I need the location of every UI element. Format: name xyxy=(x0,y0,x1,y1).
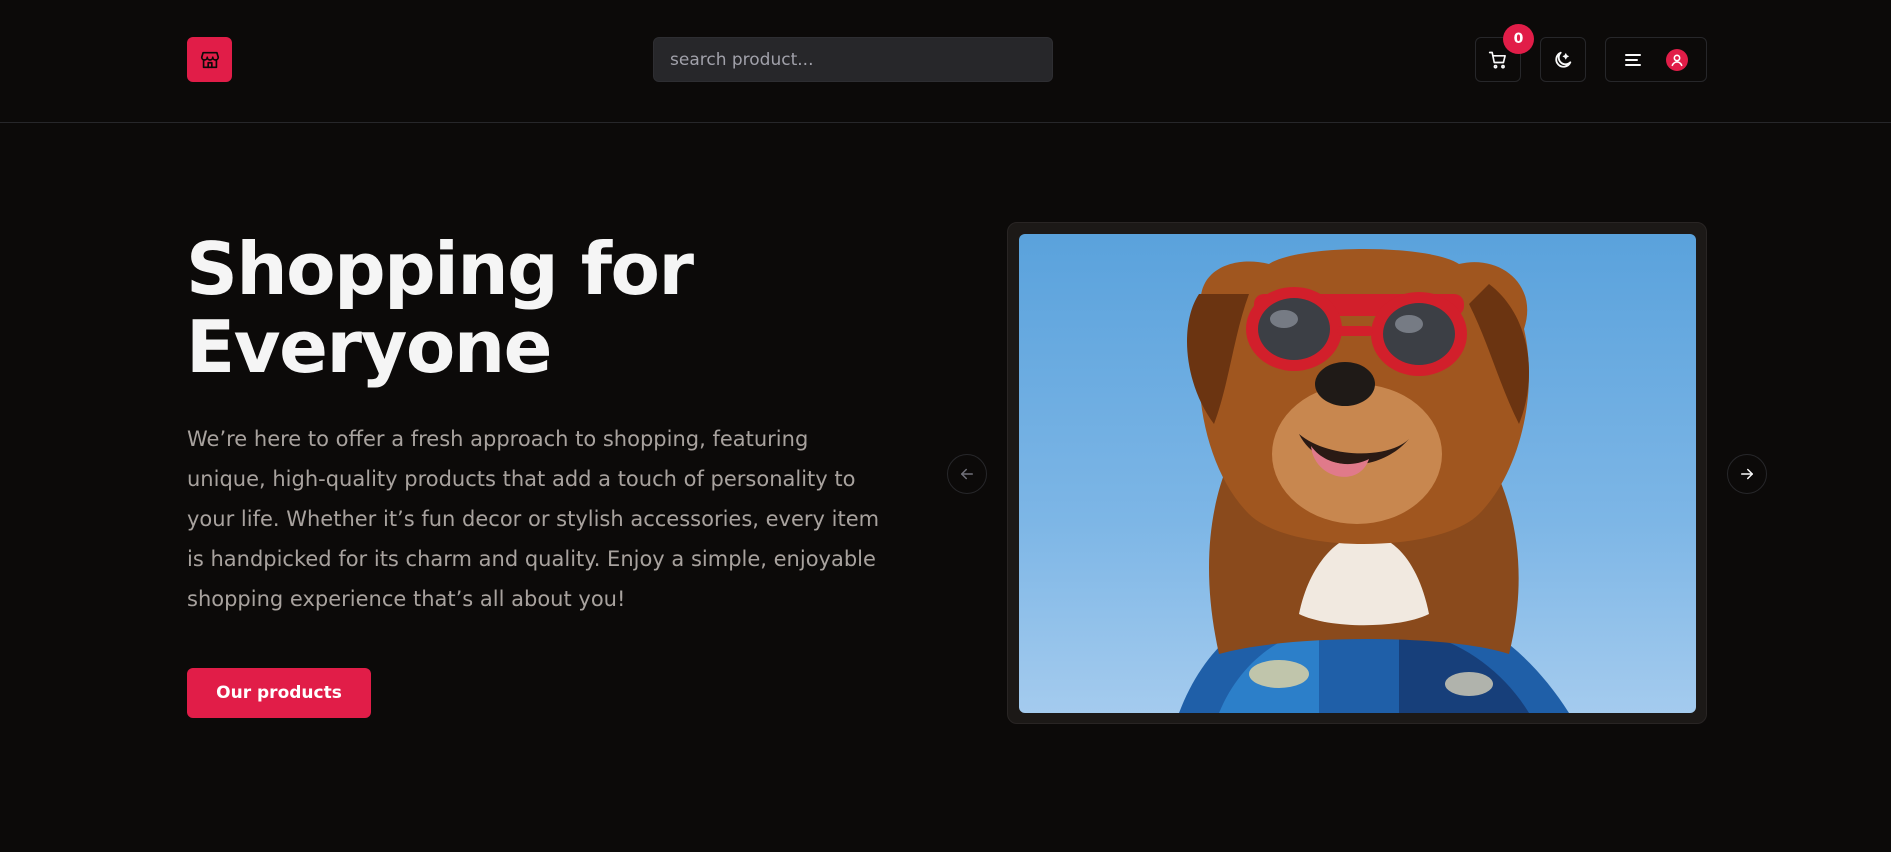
dog-photo xyxy=(1179,249,1569,713)
hero-title: Shopping for Everyone xyxy=(186,227,694,389)
carousel-next-button[interactable] xyxy=(1727,454,1767,494)
theme-toggle-button[interactable] xyxy=(1540,37,1586,82)
hero-description: We’re here to offer a fresh approach to … xyxy=(187,427,880,611)
search-input[interactable] xyxy=(653,37,1053,82)
carousel-prev-button[interactable] xyxy=(947,454,987,494)
arrow-left-icon xyxy=(961,468,973,480)
our-products-button[interactable]: Our products xyxy=(187,668,371,718)
cart-icon xyxy=(1488,51,1506,69)
arrow-right-icon xyxy=(1741,468,1753,480)
site-header: 0 xyxy=(0,0,1891,123)
account-menu-button[interactable] xyxy=(1605,37,1707,82)
user-icon xyxy=(1671,54,1683,66)
logo[interactable] xyxy=(187,37,232,82)
store-icon xyxy=(200,51,219,68)
moon-icon xyxy=(1555,51,1572,68)
avatar xyxy=(1666,48,1688,71)
cart-count-badge: 0 xyxy=(1503,24,1534,54)
carousel xyxy=(1007,222,1707,724)
carousel-slide-image xyxy=(1019,234,1696,713)
menu-icon xyxy=(1625,53,1641,66)
